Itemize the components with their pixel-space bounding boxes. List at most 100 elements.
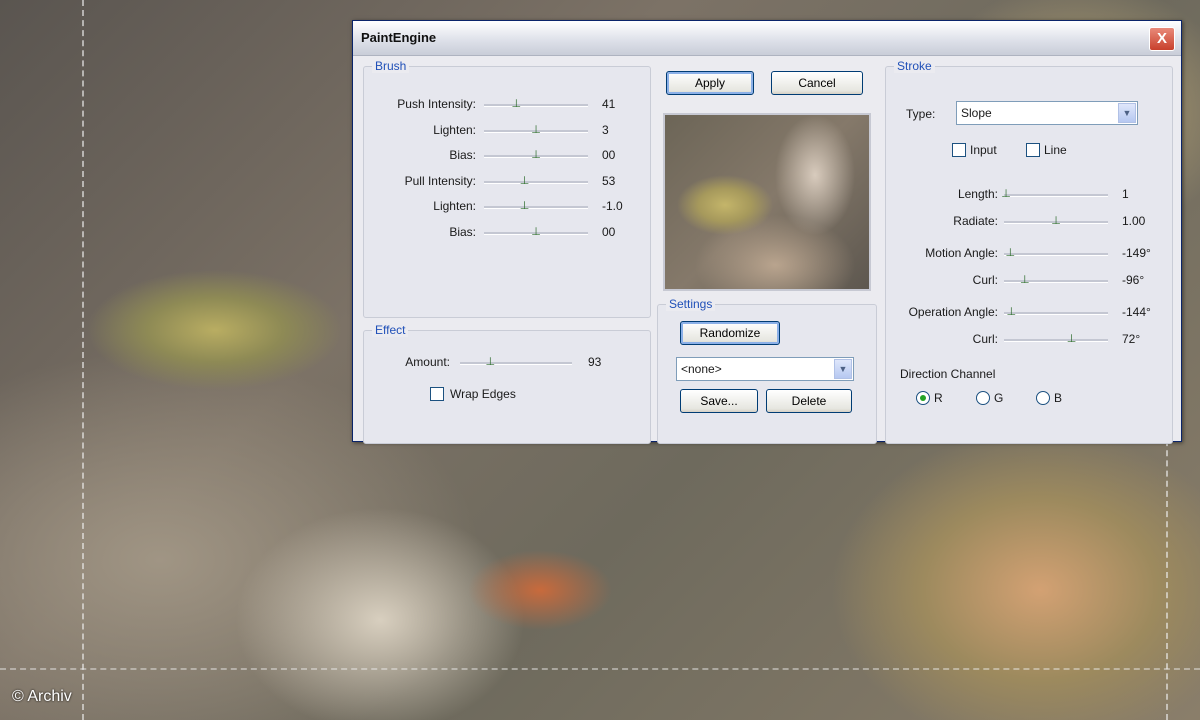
stroke-slider-slider-thumb[interactable]: ⊥ (1004, 247, 1016, 259)
stroke-slider-slider-thumb[interactable]: ⊥ (1000, 188, 1012, 200)
brush-slider-row: Pull Intensity: ⊥ 53 (364, 172, 650, 192)
stroke-group: Stroke Type: Slope ▼ Input Line Length: ⊥… (885, 59, 1173, 444)
brush-slider-value: 53 (602, 173, 616, 188)
stroke-type-select[interactable]: Slope ▼ (956, 101, 1138, 125)
stroke-slider-value: 72° (1122, 332, 1141, 346)
type-label: Type: (906, 107, 936, 121)
brush-slider-row: Bias: ⊥ 00 (364, 223, 650, 243)
brush-slider-slider-thumb[interactable]: ⊥ (530, 226, 542, 238)
dialog-title: PaintEngine (361, 30, 437, 45)
stroke-slider-label: Length: (957, 187, 998, 201)
stroke-slider-row: Radiate: ⊥ 1.00 (886, 212, 1172, 232)
stroke-slider-slider-thumb[interactable]: ⊥ (1005, 306, 1017, 318)
stroke-slider-slider-thumb[interactable]: ⊥ (1050, 215, 1062, 227)
stroke-slider-value: 1.00 (1122, 214, 1146, 228)
stroke-slider-slider-track[interactable] (1004, 312, 1108, 315)
brush-slider-label: Lighten: (433, 199, 476, 213)
brush-slider-row: Lighten: ⊥ 3 (364, 121, 650, 141)
channel-radio-label: G (994, 391, 1004, 405)
dialog-client: Brush Push Intensity: ⊥ 41 Lighten: ⊥ 3 Bias: ⊥… (353, 56, 1181, 444)
wrap-edges-checkbox[interactable] (430, 387, 444, 401)
brush-slider-value: -1.0 (602, 199, 623, 213)
amount-value: 93 (588, 355, 602, 369)
line-checkbox-label: Line (1044, 143, 1067, 157)
stroke-slider-row: Curl: ⊥ -96° (886, 271, 1172, 291)
stroke-slider-row: Length: ⊥ 1 (886, 185, 1172, 205)
brush-slider-slider-thumb[interactable]: ⊥ (519, 175, 531, 187)
brush-slider-slider-track[interactable] (484, 206, 588, 209)
image-credit: © Archiv (12, 688, 72, 705)
stroke-slider-label: Curl: (972, 332, 998, 346)
stroke-slider-value: -96° (1122, 273, 1145, 287)
line-checkbox[interactable] (1026, 143, 1040, 157)
stroke-slider-label: Radiate: (953, 214, 998, 228)
brush-slider-slider-thumb[interactable]: ⊥ (519, 200, 531, 212)
wrap-edges-label: Wrap Edges (450, 387, 516, 401)
brush-slider-slider-thumb[interactable]: ⊥ (530, 124, 542, 136)
brush-legend: Brush (372, 59, 410, 73)
settings-group: Settings Randomize <none> ▼ Save... Dele… (657, 297, 877, 444)
brush-slider-slider-thumb[interactable]: ⊥ (510, 98, 522, 110)
stroke-legend: Stroke (894, 59, 935, 73)
brush-slider-value: 00 (602, 148, 616, 162)
amount-slider-track[interactable] (460, 362, 572, 365)
stroke-slider-slider-thumb[interactable]: ⊥ (1066, 333, 1078, 345)
dialog-titlebar[interactable]: PaintEngine X (353, 21, 1181, 56)
brush-slider-row: Lighten: ⊥ -1.0 (364, 197, 650, 217)
stroke-slider-slider-thumb[interactable]: ⊥ (1019, 274, 1031, 286)
brush-slider-slider-track[interactable] (484, 104, 588, 107)
delete-button[interactable]: Delete (766, 389, 852, 413)
preset-select-value: <none> (681, 362, 722, 376)
amount-label: Amount: (405, 355, 450, 369)
channel-radio-label: R (934, 391, 943, 405)
channel-radio-label: B (1054, 391, 1063, 405)
amount-slider-thumb[interactable]: ⊥ (484, 356, 496, 368)
cancel-button[interactable]: Cancel (771, 71, 863, 95)
chevron-down-icon[interactable]: ▼ (834, 359, 852, 379)
photo-border-left (82, 0, 84, 720)
photo-border-right (1166, 430, 1168, 720)
stroke-slider-label: Operation Angle: (908, 305, 998, 319)
save-button[interactable]: Save... (680, 389, 758, 413)
input-checkbox[interactable] (952, 143, 966, 157)
paintengine-dialog: PaintEngine X Brush Push Intensity: ⊥ 41 Li… (352, 20, 1182, 444)
stroke-slider-row: Motion Angle: ⊥ -149° (886, 244, 1172, 264)
stroke-slider-slider-track[interactable] (1004, 339, 1108, 342)
brush-slider-label: Push Intensity: (397, 97, 476, 111)
stroke-type-value: Slope (961, 106, 992, 120)
stroke-slider-value: -149° (1122, 246, 1151, 260)
brush-slider-slider-track[interactable] (484, 180, 588, 184)
apply-button[interactable]: Apply (666, 71, 754, 95)
channel-radio-r[interactable] (916, 391, 930, 405)
direction-channel-label: Direction Channel (900, 367, 996, 381)
brush-slider-label: Lighten: (433, 122, 476, 137)
brush-slider-row: Bias: ⊥ 00 (364, 146, 650, 166)
stroke-slider-label: Motion Angle: (925, 246, 998, 260)
stroke-slider-label: Curl: (972, 273, 998, 287)
brush-slider-value: 00 (602, 224, 616, 239)
brush-slider-slider-thumb[interactable]: ⊥ (530, 149, 542, 161)
stroke-slider-value: 1 (1122, 187, 1129, 201)
effect-group: Effect Amount: ⊥ 93 Wrap Edges (363, 323, 651, 444)
stroke-slider-row: Curl: ⊥ 72° (886, 330, 1172, 350)
brush-slider-value: 41 (602, 97, 616, 111)
amount-row: Amount: ⊥ 93 (364, 353, 650, 373)
preview-image (663, 113, 871, 291)
brush-slider-value: 3 (602, 122, 609, 137)
chevron-down-icon[interactable]: ▼ (1118, 103, 1136, 123)
randomize-button[interactable]: Randomize (680, 321, 780, 345)
settings-legend: Settings (666, 297, 716, 311)
brush-slider-label: Bias: (449, 224, 476, 239)
stroke-slider-value: -144° (1122, 305, 1151, 319)
input-checkbox-label: Input (970, 143, 997, 157)
close-button[interactable]: X (1149, 27, 1175, 51)
photo-border-bottom (0, 668, 1200, 670)
stroke-slider-slider-track[interactable] (1004, 194, 1108, 197)
brush-slider-label: Pull Intensity: (404, 173, 476, 188)
stroke-slider-row: Operation Angle: ⊥ -144° (886, 303, 1172, 323)
channel-radio-g[interactable] (976, 391, 990, 405)
brush-slider-label: Bias: (449, 148, 476, 162)
preset-select[interactable]: <none> ▼ (676, 357, 854, 381)
stroke-slider-slider-track[interactable] (1004, 253, 1108, 256)
channel-radio-b[interactable] (1036, 391, 1050, 405)
